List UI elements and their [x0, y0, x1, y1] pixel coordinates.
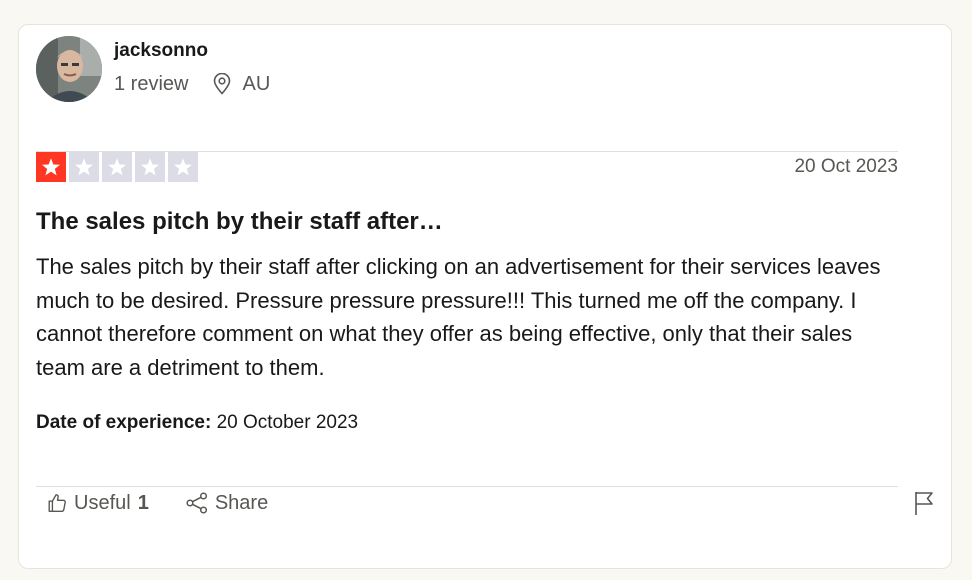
review-text: The sales pitch by their staff after cli…	[36, 254, 881, 380]
consumer-meta: 1 review AU	[114, 72, 270, 96]
useful-label: Useful	[74, 491, 131, 514]
star-2	[69, 152, 99, 182]
star-1	[36, 152, 66, 182]
footer-divider	[36, 486, 898, 487]
star-icon	[174, 158, 192, 176]
consumer-info: jacksonno 1 review AU	[114, 40, 270, 96]
star-icon	[75, 158, 93, 176]
avatar[interactable]	[36, 36, 102, 102]
share-label: Share	[214, 491, 269, 514]
star-icon	[42, 158, 60, 176]
flag-icon	[915, 492, 933, 515]
review-date: 20 Oct 2023	[794, 156, 898, 177]
star-rating	[36, 152, 198, 182]
experience-date: 20 October 2023	[216, 412, 359, 433]
date-of-experience: Date of experience: 20 October 2023	[36, 411, 358, 435]
location-text: AU	[242, 72, 271, 95]
consumer-name[interactable]: jacksonno	[114, 39, 270, 63]
share-button[interactable]: Share	[185, 492, 268, 515]
thumbs-up-icon	[48, 494, 66, 512]
report-flag-button[interactable]	[912, 490, 936, 516]
useful-count: 1	[137, 491, 149, 514]
avatar-photo	[36, 36, 102, 102]
star-icon	[141, 158, 159, 176]
review-title[interactable]: The sales pitch by their staff after…	[36, 206, 443, 238]
location-pin-icon	[214, 72, 231, 95]
star-3	[102, 152, 132, 182]
star-icon	[108, 158, 126, 176]
share-icon	[186, 492, 207, 514]
consumer-location: AU	[212, 72, 270, 96]
experience-label: Date of experience:	[36, 412, 212, 433]
star-5	[168, 152, 198, 182]
review-count: 1 review	[114, 72, 189, 95]
rating-row: 20 Oct 2023	[36, 152, 898, 182]
useful-button[interactable]: Useful 1	[46, 492, 149, 515]
star-4	[135, 152, 165, 182]
review-actions: Useful 1 Share	[46, 488, 268, 518]
consumer-header: jacksonno 1 review AU	[36, 36, 270, 102]
